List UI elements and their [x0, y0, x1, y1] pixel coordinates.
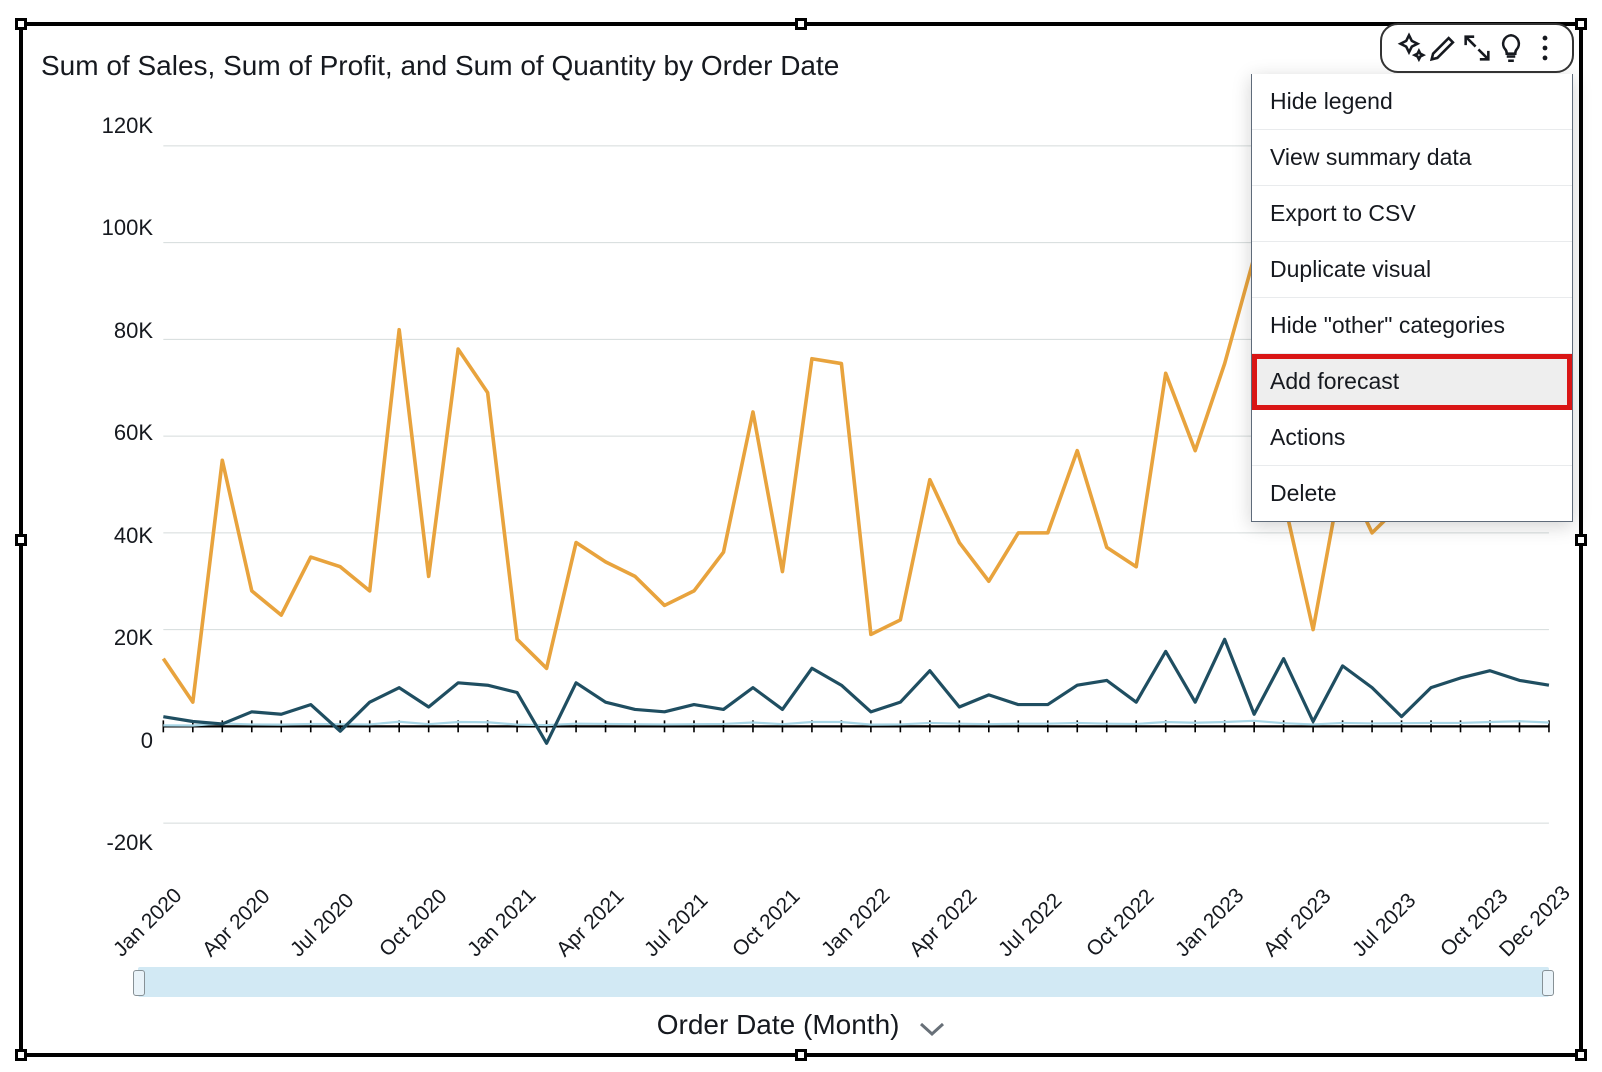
expand-icon[interactable] [1460, 31, 1494, 65]
menu-duplicate[interactable]: Duplicate visual [1252, 242, 1572, 298]
chart-title[interactable]: Sum of Sales, Sum of Profit, and Sum of … [41, 50, 839, 82]
x-axis-title-text: Order Date (Month) [657, 1009, 900, 1040]
x-tick-label: Apr 2023 [1259, 885, 1336, 962]
x-tick-label: Oct 2020 [375, 885, 452, 962]
chevron-down-icon[interactable] [919, 1012, 945, 1044]
x-tick-label: Jan 2021 [463, 884, 541, 962]
x-tick-label: Jul 2021 [640, 889, 713, 962]
menu-add-forecast[interactable]: Add forecast [1252, 354, 1572, 410]
stage: Sum of Sales, Sum of Profit, and Sum of … [0, 0, 1602, 1072]
resize-handle-sw[interactable] [15, 1049, 27, 1061]
menu-view-summary[interactable]: View summary data [1252, 130, 1572, 186]
x-tick-label: Jan 2020 [109, 884, 187, 962]
x-tick-label: Apr 2022 [905, 885, 982, 962]
resize-handle-ne[interactable] [1575, 18, 1587, 30]
x-tick-label: Oct 2021 [728, 885, 805, 962]
chart-visual-panel[interactable]: Sum of Sales, Sum of Profit, and Sum of … [19, 22, 1583, 1057]
resize-handle-n[interactable] [795, 18, 807, 30]
x-axis-ticks: Jan 2020Apr 2020Jul 2020Oct 2020Jan 2021… [83, 853, 1559, 963]
x-tick-label: Jul 2020 [286, 889, 359, 962]
menu-hide-legend[interactable]: Hide legend [1252, 74, 1572, 130]
x-tick-label: Jul 2023 [1348, 889, 1421, 962]
x-axis-zoom-scrollbar[interactable] [138, 967, 1549, 997]
menu-hide-other[interactable]: Hide "other" categories [1252, 298, 1572, 354]
lightbulb-icon[interactable] [1494, 31, 1528, 65]
zoom-handle-right[interactable] [1542, 970, 1554, 996]
edit-icon[interactable] [1426, 31, 1460, 65]
x-tick-label: Jul 2022 [994, 889, 1067, 962]
x-tick-label: Apr 2021 [552, 885, 629, 962]
insights-icon[interactable] [1392, 31, 1426, 65]
resize-handle-se[interactable] [1575, 1049, 1587, 1061]
resize-handle-e[interactable] [1575, 534, 1587, 546]
resize-handle-s[interactable] [795, 1049, 807, 1061]
resize-handle-nw[interactable] [15, 18, 27, 30]
more-options-icon[interactable] [1528, 31, 1562, 65]
zoom-handle-left[interactable] [133, 970, 145, 996]
x-tick-label: Jan 2023 [1171, 884, 1249, 962]
menu-export-csv[interactable]: Export to CSV [1252, 186, 1572, 242]
menu-actions[interactable]: Actions [1252, 410, 1572, 466]
x-tick-label: Dec 2023 [1495, 881, 1576, 962]
menu-delete[interactable]: Delete [1252, 466, 1572, 521]
x-tick-label: Apr 2020 [198, 885, 275, 962]
x-tick-label: Oct 2022 [1082, 885, 1159, 962]
visual-options-menu: Hide legend View summary data Export to … [1251, 74, 1573, 522]
x-tick-label: Jan 2022 [817, 884, 895, 962]
x-axis-title[interactable]: Order Date (Month) [23, 1009, 1579, 1041]
visual-toolbar [1380, 23, 1574, 73]
